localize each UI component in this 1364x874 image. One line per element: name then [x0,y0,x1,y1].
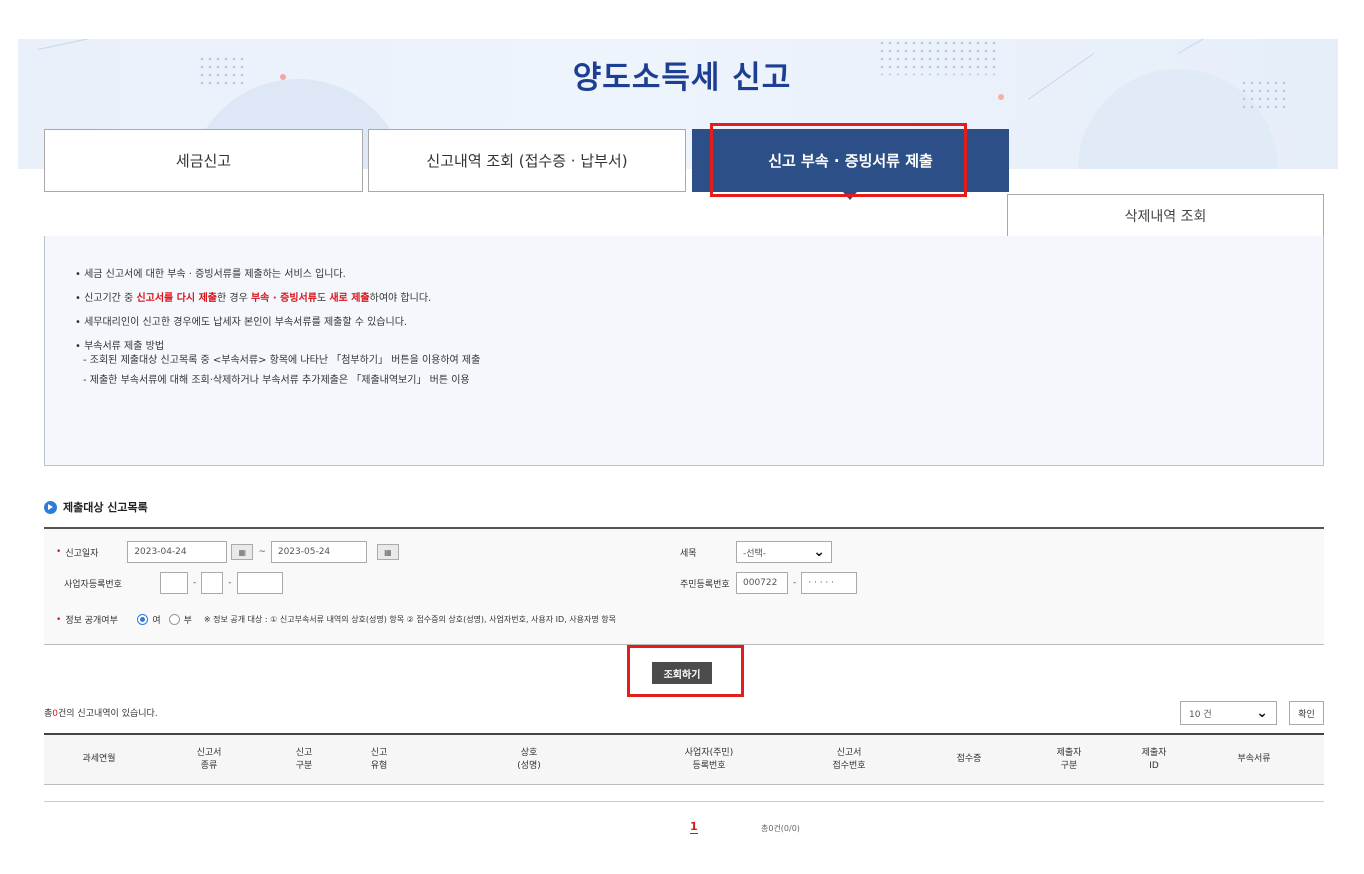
rrn-front-input[interactable]: 000722 [736,572,788,594]
biz-no-part3[interactable] [236,572,283,594]
tax-select[interactable]: -선택- ⌄ [736,541,832,563]
public-row: • 정보 공개여부 여 부 ※ 정보 공개 대상 : ① 신고부속서류 내역의 … [56,613,616,626]
table-column-header: 사업자(주민) 등록번호 [684,747,734,771]
section-title: 제출대상 신고목록 [44,499,148,515]
tax-label: 세목 [680,548,697,559]
table-column-header: 신고서 접수번호 [832,747,866,771]
notice-line: • 세금 신고서에 대한 부속 · 증빙서류를 제출하는 서비스 입니다. [75,269,346,280]
rrn-label: 주민등록번호 [680,579,730,590]
table-column-header: 과세연월 [82,754,116,764]
page-number[interactable]: 1 [690,820,698,834]
notice-line: • 세무대리인이 신고한 경우에도 납세자 본인이 부속서류를 제출할 수 있습… [75,317,408,328]
date-separator: ~ [258,547,266,557]
tax-row: 세목 -선택- ⌄ [680,541,832,563]
radio-yes[interactable] [137,614,149,625]
tab-deleted-history[interactable]: 삭제내역 조회 [1007,194,1324,237]
notice-subline: - 제출한 부속서류에 대해 조회·삭제하거나 부속서류 추가제출은 「제출내역… [83,375,470,386]
date-row: • 신고일자 2023-04-24 ▦ ~ 2023-05-24 ▦ [56,541,399,563]
arrow-circle-icon [44,500,57,514]
public-label: 정보 공개여부 [65,616,118,626]
table-column-header: 신고 유형 [370,747,388,771]
highlight-box [710,123,967,197]
table-column-header: 신고서 종류 [196,747,222,771]
dash: - [228,578,232,588]
radio-no-label: 부 [183,616,192,626]
page-title: 양도소득세 신고 [572,60,792,96]
table-column-header: 제출자 구분 [1056,747,1082,771]
highlight-box [627,645,744,697]
biz-label: 사업자등록번호 [64,579,122,590]
notice-line: • 신고기간 중 신고서를 다시 제출한 경우 부속 · 증빙서류도 새로 제출… [75,293,432,304]
table-column-header: 상호 (성명) [517,747,541,771]
biz-row: 사업자등록번호 - - [64,572,283,594]
biz-no-part1[interactable] [160,572,188,594]
table-column-header: 제출자 ID [1141,747,1167,771]
chevron-down-icon: ⌄ [813,544,825,560]
banner-line [37,39,136,50]
page-total: 총0건(0/0) [761,824,800,833]
public-note: ※ 정보 공개 대상 : ① 신고부속서류 내역의 상호(성명) 항목 ② 접수… [203,615,616,624]
notice-subline: - 조회된 제출대상 신고목록 중 <부속서류> 항목에 나타난 「첨부하기」 … [83,355,481,366]
date-from-input[interactable]: 2023-04-24 [127,541,228,563]
calendar-icon[interactable]: ▦ [376,544,399,560]
notice-box: • 세금 신고서에 대한 부속 · 증빙서류를 제출하는 서비스 입니다. • … [44,236,1324,466]
required-mark: • [56,547,62,557]
table-column-header: 신고 구분 [295,747,313,771]
radio-no[interactable] [168,614,180,625]
page-size-select[interactable]: 10 건 ⌄ [1180,701,1277,725]
confirm-button[interactable]: 확인 [1289,701,1324,725]
search-panel: • 신고일자 2023-04-24 ▦ ~ 2023-05-24 ▦ 세목 -선… [44,527,1324,645]
tab-filing-history[interactable]: 신고내역 조회 (접수증 · 납부서) [368,129,686,192]
required-mark: • [56,614,62,625]
table-bottom-border [44,801,1324,802]
table-column-header: 접수증 [956,754,982,764]
rrn-back-input[interactable]: · · · · · [801,572,858,594]
table-header: 과세연월 신고서 종류 신고 구분 신고 유형 상호 (성명) 사업자(주민) … [44,733,1324,785]
rrn-row: 주민등록번호 000722 - · · · · · [680,572,858,594]
dash: - [193,578,197,588]
tab-tax-filing[interactable]: 세금신고 [44,129,363,192]
date-to-input[interactable]: 2023-05-24 [270,541,367,563]
table-column-header: 부속서류 [1237,754,1271,764]
notice-line: • 부속서류 제출 방법 [75,341,165,352]
chevron-down-icon: ⌄ [1256,705,1268,721]
biz-no-part2[interactable] [201,572,224,594]
calendar-icon[interactable]: ▦ [231,544,254,560]
date-label: 신고일자 [65,548,99,559]
dash: - [793,578,797,588]
radio-yes-label: 여 [152,616,161,626]
result-count: 총0건의 신고내역이 있습니다. [44,709,158,719]
